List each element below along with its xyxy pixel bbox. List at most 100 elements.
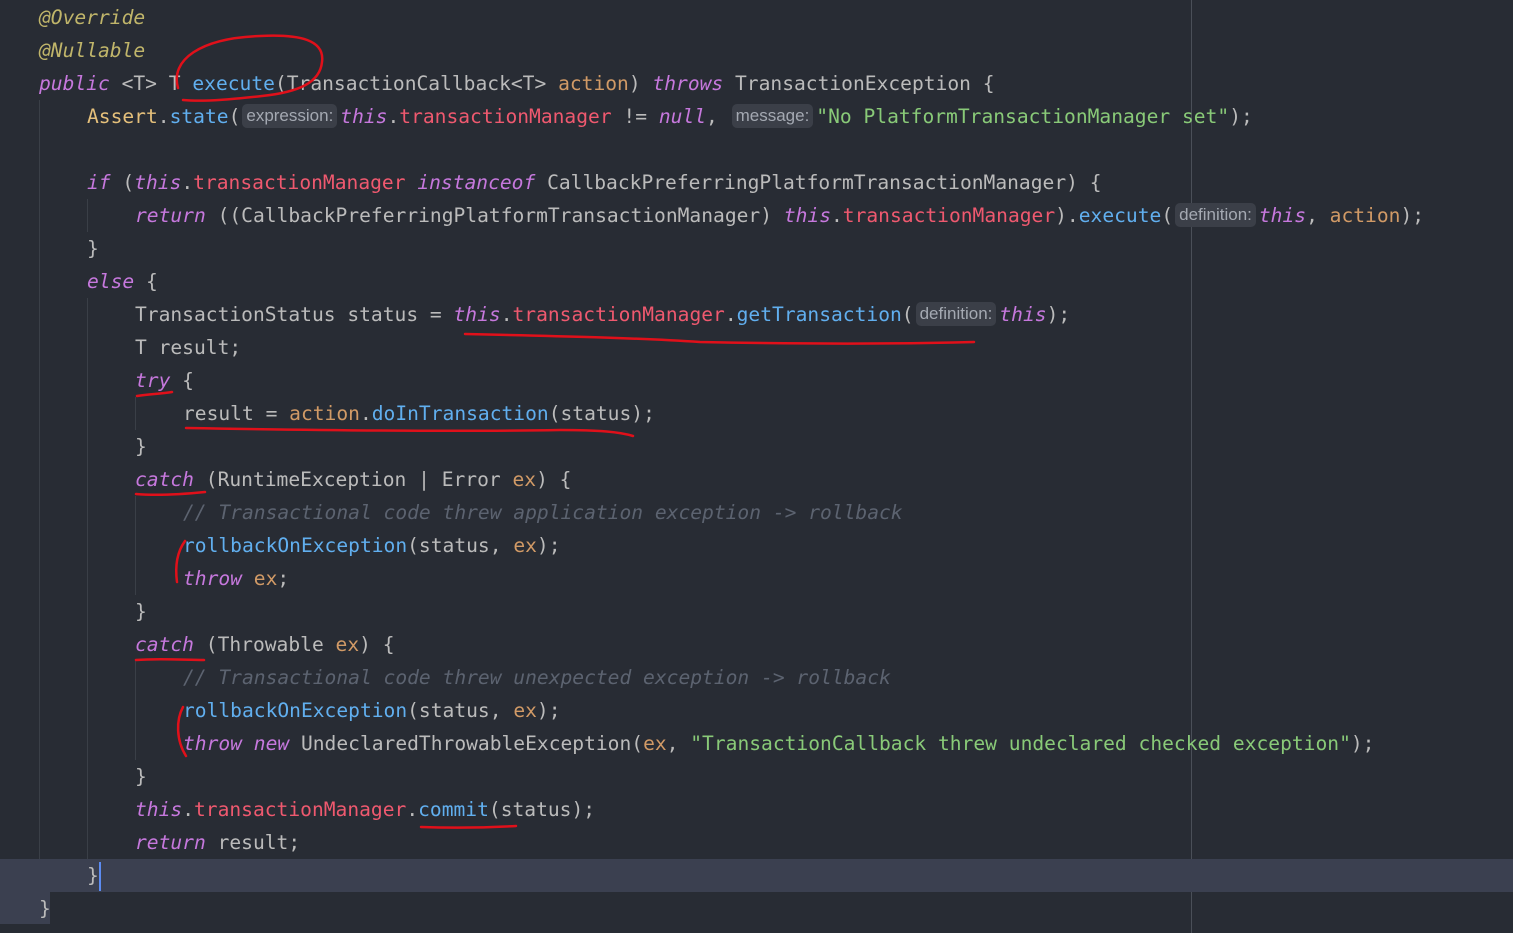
code-token-plain: result;: [205, 831, 301, 854]
code-token-field: transactionManager: [512, 303, 725, 326]
code-line-content: result = action.doInTransaction(status);: [183, 397, 655, 430]
code-token-kw: this: [340, 105, 388, 128]
code-line-content: catch (Throwable ex) {: [135, 628, 395, 661]
code-token-plain: ,: [1306, 204, 1330, 227]
code-line[interactable]: this.transactionManager.commit(status);: [0, 793, 1513, 826]
code-token-kw: this: [999, 303, 1047, 326]
code-token-plain: (: [1161, 204, 1174, 227]
code-line-content: }: [135, 430, 147, 463]
code-token-plain: (TransactionCallback<T>: [274, 72, 559, 95]
code-token-kw: return: [135, 204, 206, 227]
code-token-field: transactionManager: [842, 204, 1056, 227]
code-token-plain: );: [1350, 732, 1375, 755]
code-token-kw: try: [135, 369, 171, 392]
code-token-kw: this: [453, 303, 501, 326]
code-line[interactable]: catch (Throwable ex) {: [0, 628, 1513, 661]
code-line-content: }: [87, 232, 99, 265]
code-token-kw: instanceof: [417, 171, 536, 194]
code-line[interactable]: }: [0, 859, 1513, 892]
code-token-fn: rollbackOnException: [183, 534, 408, 557]
code-token-param: ex: [643, 732, 667, 755]
code-token-plain: (RuntimeException | Error: [193, 468, 513, 491]
code-token-str: "No PlatformTransactionManager set": [816, 105, 1230, 128]
code-token-param: ex: [513, 699, 537, 722]
code-token-plain: {: [134, 270, 158, 293]
code-line[interactable]: else {: [0, 265, 1513, 298]
code-token-plain: .: [359, 402, 372, 425]
code-line-content: }: [135, 595, 147, 628]
code-line[interactable]: public <T> T execute(TransactionCallback…: [0, 67, 1513, 100]
code-token-cmt: // Transactional code threw unexpected e…: [183, 666, 891, 689]
parameter-hint: definition:: [1175, 203, 1256, 227]
code-token-kw: if: [87, 171, 111, 194]
code-token-plain: }: [135, 435, 147, 458]
code-token-plain: <T> T: [109, 72, 193, 95]
code-token-param: action: [558, 72, 629, 95]
code-line[interactable]: throw new UndeclaredThrowableException(e…: [0, 727, 1513, 760]
code-token-plain: );: [536, 699, 561, 722]
code-line-content: return ((CallbackPreferringPlatformTrans…: [135, 199, 1424, 232]
code-line[interactable]: catch (RuntimeException | Error ex) {: [0, 463, 1513, 496]
code-token-plain: ;: [277, 567, 290, 590]
code-line[interactable]: TransactionStatus status = this.transact…: [0, 298, 1513, 331]
code-token-plain: .: [724, 303, 737, 326]
code-token-plain: .: [387, 105, 400, 128]
code-line[interactable]: throw ex;: [0, 562, 1513, 595]
code-line[interactable]: }: [0, 232, 1513, 265]
code-token-plain: }: [135, 765, 147, 788]
code-line-content: public <T> T execute(TransactionCallback…: [39, 67, 995, 100]
code-line-content: rollbackOnException(status, ex);: [183, 694, 561, 727]
code-token-kw: new: [253, 732, 290, 755]
code-token-kw: this: [135, 798, 183, 821]
code-token-plain: (: [228, 105, 241, 128]
code-token-plain: .: [182, 798, 194, 821]
code-token-plain: .: [500, 303, 513, 326]
code-token-kw: catch: [135, 468, 194, 491]
code-line[interactable]: }: [0, 892, 1513, 925]
code-line-content: @Nullable: [39, 34, 145, 67]
code-token-plain: ) {: [359, 633, 395, 656]
code-token-plain: ,: [666, 732, 691, 755]
code-token-kw: throw: [183, 567, 242, 590]
code-line[interactable]: rollbackOnException(status, ex);: [0, 694, 1513, 727]
parameter-hint: message:: [731, 104, 814, 128]
code-line[interactable]: // Transactional code threw unexpected e…: [0, 661, 1513, 694]
code-line[interactable]: T result;: [0, 331, 1513, 364]
code-line[interactable]: }: [0, 595, 1513, 628]
code-line-content: this.transactionManager.commit(status);: [135, 793, 595, 826]
code-line[interactable]: @Nullable: [0, 34, 1513, 67]
code-editor[interactable]: @Override @Nullable public <T> T execute(T…: [0, 0, 1513, 933]
code-line[interactable]: }: [0, 430, 1513, 463]
code-line-content: throw ex;: [183, 562, 289, 595]
code-token-fn: state: [169, 105, 229, 128]
code-token-param: action: [1329, 204, 1401, 227]
code-line[interactable]: @Override: [0, 1, 1513, 34]
code-token-plain: }: [87, 237, 99, 260]
code-line[interactable]: if (this.transactionManager instanceof C…: [0, 166, 1513, 199]
code-line[interactable]: Assert.state(expression: this.transaction…: [0, 100, 1513, 133]
code-token-plain: TransactionStatus status =: [135, 303, 454, 326]
code-token-str: "TransactionCallback threw undeclared ch…: [690, 732, 1351, 755]
code-token-param: ex: [513, 534, 537, 557]
code-token-ann: @Nullable: [39, 39, 146, 62]
code-token-kw: this: [134, 171, 182, 194]
code-token-plain: (status);: [488, 798, 596, 821]
code-line[interactable]: try {: [0, 364, 1513, 397]
code-token-plain: UndeclaredThrowableException(: [289, 732, 644, 755]
code-line[interactable]: return ((CallbackPreferringPlatformTrans…: [0, 199, 1513, 232]
code-token-plain: ,: [706, 105, 730, 128]
code-line-content: catch (RuntimeException | Error ex) {: [135, 463, 571, 496]
code-line[interactable]: result = action.doInTransaction(status);: [0, 397, 1513, 430]
code-line[interactable]: // Transactional code threw application …: [0, 496, 1513, 529]
code-line-content: else {: [87, 265, 158, 298]
code-token-plain: T result;: [135, 336, 242, 359]
code-line[interactable]: return result;: [0, 826, 1513, 859]
code-line[interactable]: }: [0, 760, 1513, 793]
code-line[interactable]: rollbackOnException(status, ex);: [0, 529, 1513, 562]
code-token-kw: throw: [183, 732, 242, 755]
code-token-field: transactionManager: [399, 105, 612, 128]
code-line[interactable]: [0, 133, 1513, 166]
